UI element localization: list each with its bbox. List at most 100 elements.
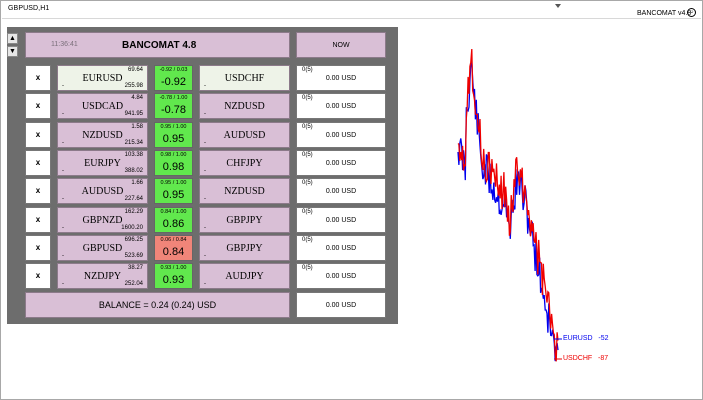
- close-pair-button[interactable]: x: [25, 178, 51, 205]
- correlation-range: 0.84 / 1.00: [160, 208, 187, 215]
- pair-a-bottom-value: 215.34: [124, 139, 143, 146]
- pair-row: x 1.58 NZDUSD -215.34 0.95 / 1.00 0.95 AUDUSD -…: [0, 121, 400, 148]
- correlation-range: 0.93 / 1.00: [160, 265, 187, 272]
- pair-b-dash: -: [204, 281, 206, 288]
- close-pair-button[interactable]: x: [25, 121, 51, 148]
- correlation-range: 0.95 / 1.00: [160, 123, 187, 130]
- pair-b-cell[interactable]: NZDUSD -: [199, 93, 290, 120]
- pair-profit-box: 0(5) 0.00 USD: [296, 93, 386, 120]
- pair-b-name: USDCHF: [224, 73, 265, 84]
- correlation-value: -0.92: [160, 76, 187, 88]
- pair-profit-value: 0.00 USD: [325, 244, 357, 252]
- pair-a-cell[interactable]: 69.64 EURUSD -255.98: [57, 65, 148, 91]
- correlation-range: 0.06 / 0.84: [160, 236, 187, 243]
- correlation-value: 0.95: [162, 132, 185, 145]
- pair-b-cell[interactable]: AUDUSD -: [199, 121, 290, 148]
- close-pair-button[interactable]: x: [25, 93, 51, 120]
- pair-b-dash: -: [204, 196, 206, 203]
- price-chart: [457, 48, 562, 362]
- correlation-box: 0.95 / 1.00 0.95: [154, 178, 193, 205]
- pair-a-dash: -: [62, 111, 64, 118]
- pair-b-dash: -: [204, 83, 206, 89]
- pair-a-dash: -: [62, 139, 64, 146]
- pair-order-count: 0(5): [302, 265, 313, 272]
- now-button[interactable]: NOW: [296, 32, 386, 58]
- pair-a-bottom-value: 941.95: [124, 111, 143, 118]
- correlation-box: 0.93 / 1.00 0.93: [154, 263, 193, 290]
- correlation-range: -0.92 / 0.03: [159, 67, 188, 73]
- pair-row: x 69.64 EURUSD -255.98 -0.92 / 0.03 -0.92 USDC…: [0, 65, 400, 91]
- pair-a-cell[interactable]: 4.84 USDCAD -941.95: [57, 93, 148, 120]
- scroll-down-button[interactable]: ▼: [7, 46, 18, 57]
- correlation-value: 0.98: [162, 160, 185, 173]
- pair-order-count: 0(5): [302, 180, 313, 187]
- pair-b-cell[interactable]: AUDJPY -: [199, 263, 290, 290]
- pair-b-name: GBPJPY: [226, 214, 263, 226]
- close-pair-button[interactable]: x: [25, 149, 51, 176]
- correlation-value: 0.93: [162, 274, 185, 287]
- pair-order-count: 0(5): [302, 151, 313, 158]
- pair-row: x 38.27 NZDJPY -252.04 0.93 / 1.00 0.93 AUDJPY…: [0, 263, 400, 290]
- correlation-box: 0.98 / 1.00 0.98: [154, 149, 193, 176]
- pair-a-bottom-value: 227.64: [124, 196, 143, 203]
- pair-a-cell[interactable]: 103.38 EURJPY -388.02: [57, 149, 148, 176]
- balance-total: 0.00 USD: [296, 292, 386, 318]
- pair-row: x 1.66 AUDUSD -227.64 0.95 / 1.00 0.95 NZDUSD -…: [0, 178, 400, 205]
- correlation-box: -0.92 / 0.03 -0.92: [154, 65, 193, 91]
- correlation-box: 0.06 / 0.84 0.84: [154, 234, 193, 261]
- close-pair-button[interactable]: x: [25, 206, 51, 233]
- close-pair-button[interactable]: x: [25, 234, 51, 261]
- pair-b-cell[interactable]: GBPJPY -: [199, 234, 290, 261]
- pair-profit-value: 0.00 USD: [325, 75, 357, 82]
- pair-a-cell[interactable]: 38.27 NZDJPY -252.04: [57, 263, 148, 290]
- pair-b-cell[interactable]: CHFJPY -: [199, 149, 290, 176]
- correlation-value: 0.84: [162, 245, 185, 258]
- pair-b-cell[interactable]: USDCHF -: [199, 65, 290, 91]
- smiley-icon: ☺: [687, 8, 696, 17]
- correlation-range: 0.95 / 1.00: [160, 180, 187, 187]
- pair-a-dash: -: [62, 83, 64, 89]
- pair-profit-box: 0(5) 0.00 USD: [296, 263, 386, 290]
- pair-b-cell[interactable]: GBPJPY -: [199, 206, 290, 233]
- pair-profit-value: 0.00 USD: [325, 159, 357, 167]
- close-pair-button[interactable]: x: [25, 263, 51, 290]
- pair-profit-value: 0.00 USD: [325, 216, 357, 224]
- scroll-up-button[interactable]: ▲: [7, 33, 18, 44]
- pair-b-dash: -: [204, 167, 206, 174]
- pair-b-cell[interactable]: NZDUSD -: [199, 178, 290, 205]
- pair-b-dash: -: [204, 139, 206, 146]
- correlation-box: 0.95 / 1.00 0.95: [154, 121, 193, 148]
- pair-a-cell[interactable]: 162.29 GBPNZD -1600.20: [57, 206, 148, 233]
- correlation-box: -0.78 / 1.00 -0.78: [154, 93, 193, 120]
- pair-a-cell[interactable]: 1.58 NZDUSD -215.34: [57, 121, 148, 148]
- panel-header: 11:36:41 BANCOMAT 4.8: [25, 32, 290, 58]
- pair-profit-value: 0.00 USD: [325, 273, 357, 281]
- pair-profit-box: 0(5) 0.00 USD: [296, 65, 386, 91]
- correlation-range: -0.78 / 1.00: [159, 95, 188, 102]
- legend-usdchf-name: USDCHF: [563, 355, 593, 362]
- pair-a-bottom-value: 1600.20: [121, 224, 143, 231]
- pair-b-name: CHFJPY: [226, 157, 263, 169]
- chart-title-bar: GBPUSD,H1: [2, 2, 701, 18]
- legend-eurusd-value: -52: [598, 335, 609, 342]
- pair-profit-box: 0(5) 0.00 USD: [296, 121, 386, 148]
- pair-order-count: 0(5): [302, 123, 313, 130]
- pair-a-bottom-value: 388.02: [124, 167, 143, 174]
- pair-b-name: AUDUSD: [223, 129, 266, 141]
- legend-eurusd-name: EURUSD: [563, 335, 593, 342]
- legend-usdchf-value: -87: [598, 355, 609, 362]
- pair-order-count: 0(5): [302, 236, 313, 243]
- series-line-usdchf: [457, 48, 559, 362]
- pair-row: x 4.84 USDCAD -941.95 -0.78 / 1.00 -0.78 NZDUS…: [0, 93, 400, 120]
- pair-profit-box: 0(5) 0.00 USD: [296, 178, 386, 205]
- pair-a-dash: -: [62, 196, 64, 203]
- correlation-box: 0.84 / 1.00 0.86: [154, 206, 193, 233]
- triangle-marker-icon: [555, 4, 561, 8]
- legend-usdchf: USDCHF -87: [563, 355, 608, 362]
- close-pair-button[interactable]: x: [25, 65, 51, 91]
- pair-a-cell[interactable]: 1.66 AUDUSD -227.64: [57, 178, 148, 205]
- pair-b-name: AUDJPY: [225, 271, 264, 283]
- correlation-value: 0.86: [162, 217, 185, 230]
- ea-name-label: BANCOMAT v4.8: [637, 10, 692, 17]
- pair-a-cell[interactable]: 696.25 GBPUSD -523.69: [57, 234, 148, 261]
